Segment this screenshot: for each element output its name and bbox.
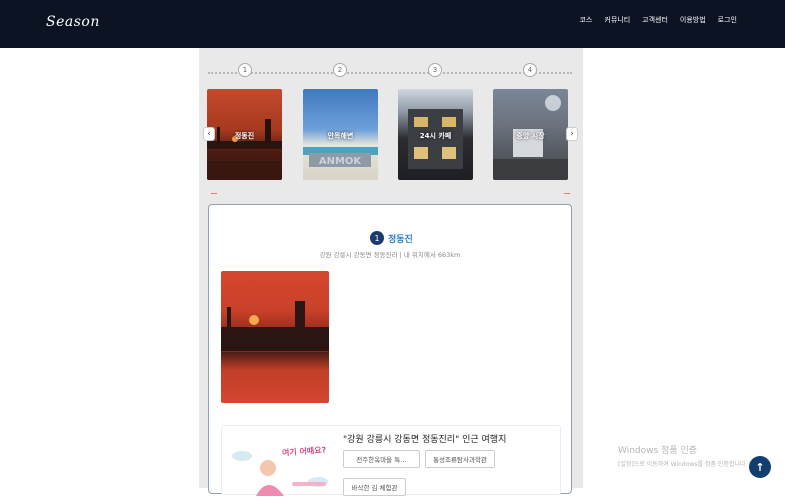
place-number-badge: 1 (370, 231, 384, 245)
nearby-chip-1[interactable]: 전주한옥마을 특… (343, 450, 420, 468)
step-timeline (208, 72, 572, 74)
card-label: 안목해변 (327, 132, 354, 140)
watermark-title: Windows 정품 인증 (618, 446, 698, 456)
course-content: 1 2 3 4 정동진 ANMOK 안목해변 24시 카페 중앙 시장 ‹ › … (199, 48, 583, 496)
carousel-prev-button[interactable]: ‹ (203, 127, 215, 141)
promo-illustration: 여기 어때요? (228, 438, 332, 496)
place-card-jeongdongjin[interactable]: 정동진 (207, 89, 282, 180)
step-4[interactable]: 4 (523, 63, 537, 77)
nearby-title: "강원 강릉시 강동면 정동진리" 인근 여행지 (343, 435, 507, 445)
logo[interactable]: Season (46, 14, 100, 30)
scroll-top-button[interactable]: ↑ (749, 456, 771, 478)
card-label: 24시 카페 (419, 132, 452, 140)
place-address: 강원 강릉시 강동면 정동진리 | 내 위치에서 663km (319, 251, 461, 259)
nav-login[interactable]: 로그인 (718, 15, 737, 25)
header: Season 코스 커뮤니티 고객센터 이용방법 로그인 (0, 0, 785, 48)
step-2[interactable]: 2 (333, 63, 347, 77)
place-title: 정동진 (388, 235, 413, 245)
divider-mark-right (564, 193, 570, 194)
main-nav: 코스 커뮤니티 고객센터 이용방법 로그인 (579, 15, 737, 25)
place-card-central-market[interactable]: 중앙 시장 (493, 89, 568, 180)
nearby-chip-2[interactable]: 통성조류탐사과학관 (425, 450, 495, 468)
nearby-chip-3[interactable]: 바삭한 김 체험관 (343, 478, 406, 496)
nav-course[interactable]: 코스 (579, 15, 592, 25)
place-card-anmok-beach[interactable]: ANMOK 안목해변 (303, 89, 378, 180)
step-1[interactable]: 1 (238, 63, 252, 77)
windows-activation-watermark: Windows 정품 인증 [설정]으로 이동하여 Windows를 정품 인증… (618, 443, 747, 468)
svg-text:ANMOK: ANMOK (319, 156, 363, 167)
step-3[interactable]: 3 (428, 63, 442, 77)
carousel-next-button[interactable]: › (566, 127, 578, 141)
nav-customer-center[interactable]: 고객센터 (642, 15, 668, 25)
place-card-24h-cafe[interactable]: 24시 카페 (398, 89, 473, 180)
nav-how-to-use[interactable]: 이용방법 (680, 15, 706, 25)
watermark-subtitle: [설정]으로 이동하여 Windows를 정품 인증합니다. (618, 461, 748, 468)
place-photo[interactable] (221, 271, 329, 403)
nearby-places-section: 여기 어때요? "강원 강릉시 강동면 정동진리" 인근 여행지 전주한옥마을 … (221, 425, 561, 496)
card-label: 중앙 시장 (516, 132, 545, 140)
nav-community[interactable]: 커뮤니티 (604, 15, 630, 25)
sunset-photo-image (221, 301, 329, 352)
divider-mark-left (211, 193, 217, 194)
card-label: 정동진 (234, 132, 255, 140)
place-detail-panel: 1 정동진 강원 강릉시 강동면 정동진리 | 내 위치에서 663km 여기 … (208, 204, 572, 496)
